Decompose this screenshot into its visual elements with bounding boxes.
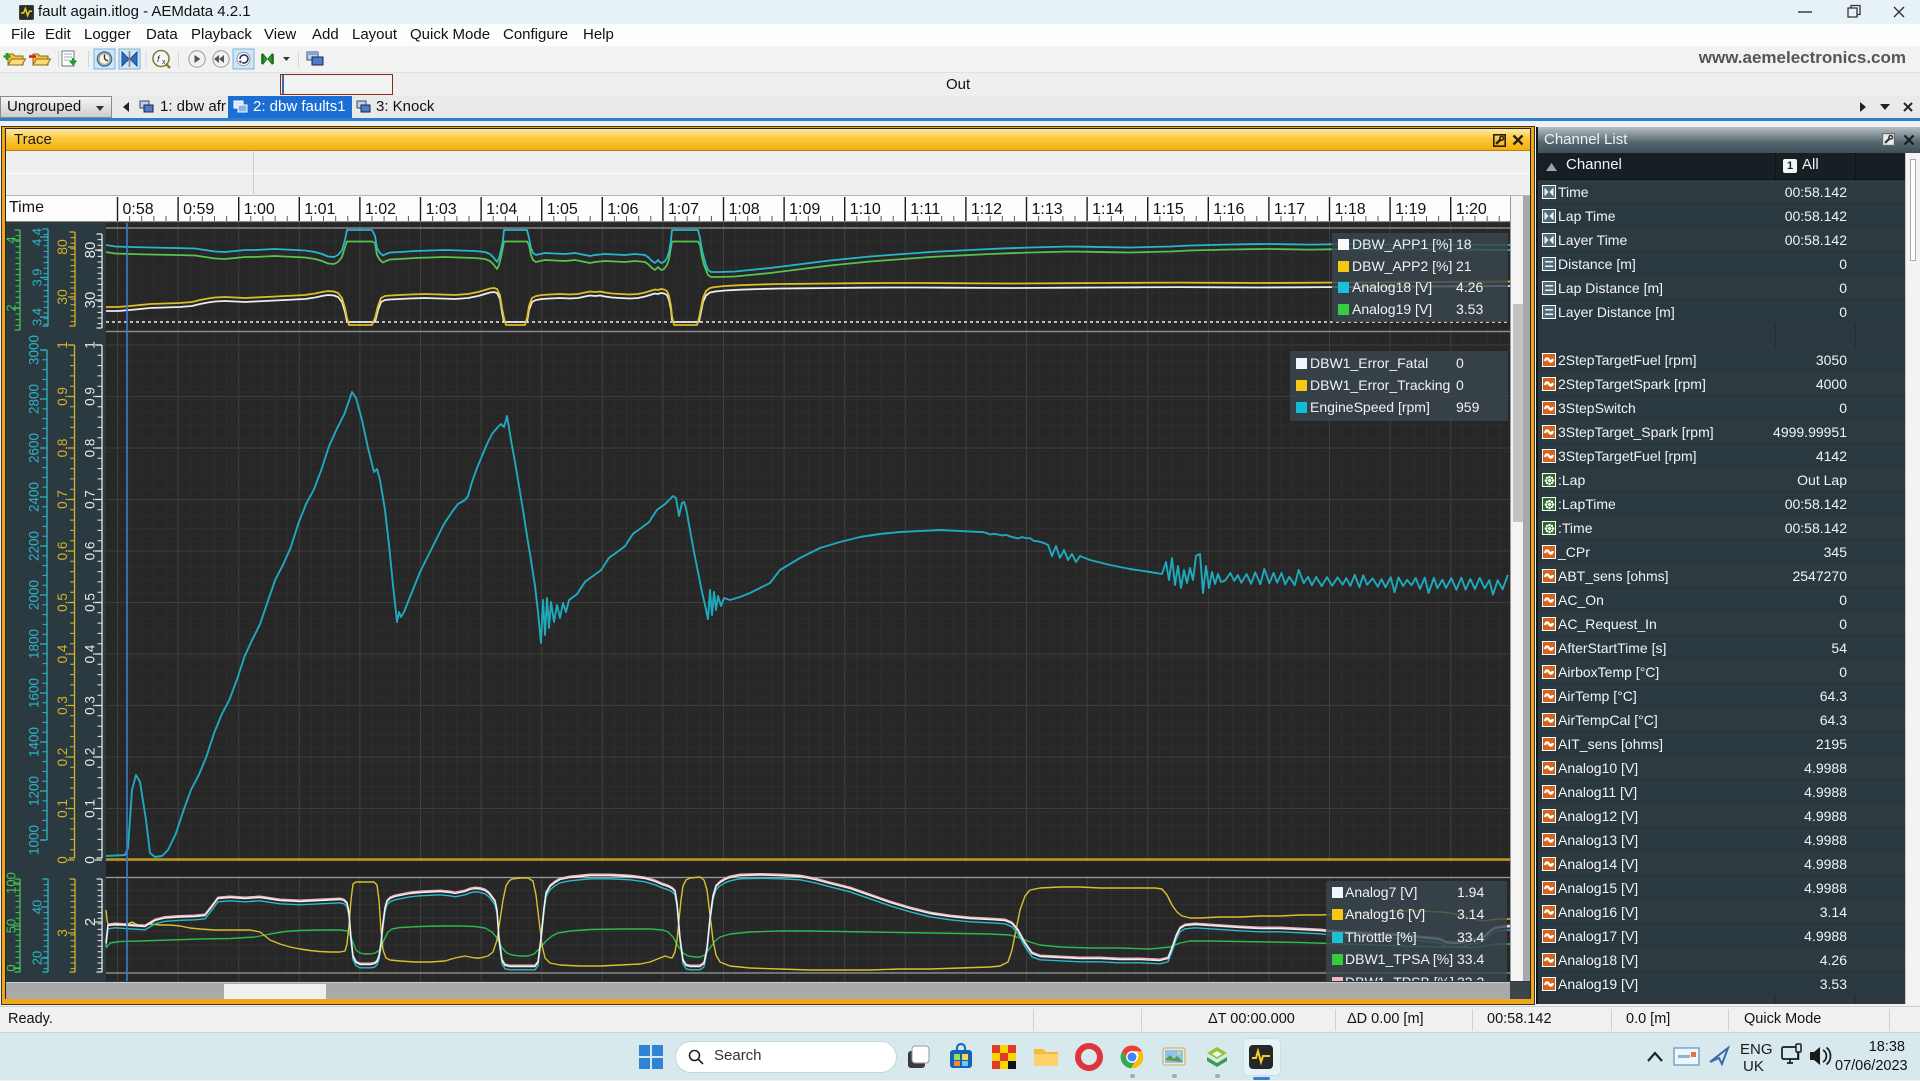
svg-text:1:16: 1:16 bbox=[1213, 201, 1244, 218]
svg-text:1800: 1800 bbox=[27, 629, 42, 659]
svg-text:1:04: 1:04 bbox=[486, 201, 517, 218]
svg-text:UK: UK bbox=[1743, 1058, 1764, 1075]
svg-text:0:59: 0:59 bbox=[183, 201, 214, 218]
svg-text:1:03: 1:03 bbox=[426, 201, 457, 218]
svg-text:1:13: 1:13 bbox=[1032, 201, 1063, 218]
svg-text:1:19: 1:19 bbox=[1395, 201, 1426, 218]
svg-text:1000: 1000 bbox=[27, 825, 42, 855]
svg-text:1:05: 1:05 bbox=[547, 201, 578, 218]
svg-text:2400: 2400 bbox=[27, 482, 42, 512]
svg-text:30: 30 bbox=[54, 289, 70, 305]
svg-text:2800: 2800 bbox=[27, 384, 42, 414]
svg-text:1600: 1600 bbox=[27, 678, 42, 708]
svg-text:1:06: 1:06 bbox=[607, 201, 638, 218]
svg-text:1:07: 1:07 bbox=[668, 201, 699, 218]
svg-text:1:15: 1:15 bbox=[1153, 201, 1184, 218]
svg-text:2600: 2600 bbox=[27, 433, 42, 463]
svg-text:3000: 3000 bbox=[27, 335, 42, 365]
svg-text:1:10: 1:10 bbox=[850, 201, 881, 218]
svg-text:1200: 1200 bbox=[27, 776, 42, 806]
svg-text:3: 3 bbox=[54, 929, 70, 937]
svg-text:1:12: 1:12 bbox=[971, 201, 1002, 218]
svg-text:80: 80 bbox=[54, 239, 70, 255]
svg-text:1:09: 1:09 bbox=[789, 201, 820, 218]
svg-text:1:18: 1:18 bbox=[1335, 201, 1366, 218]
svg-text:1:11: 1:11 bbox=[910, 201, 940, 218]
svg-text:ENG: ENG bbox=[1740, 1041, 1773, 1058]
svg-text:1:17: 1:17 bbox=[1274, 201, 1305, 218]
svg-text:1:08: 1:08 bbox=[729, 201, 760, 218]
svg-text:1400: 1400 bbox=[27, 727, 42, 757]
svg-text:1:01: 1:01 bbox=[304, 201, 335, 218]
svg-text:2000: 2000 bbox=[27, 580, 42, 610]
svg-text:1:02: 1:02 bbox=[365, 201, 396, 218]
svg-text:1:20: 1:20 bbox=[1456, 201, 1487, 218]
svg-text:0:58: 0:58 bbox=[123, 201, 154, 218]
svg-text:2200: 2200 bbox=[27, 531, 42, 561]
svg-text:1:14: 1:14 bbox=[1092, 201, 1123, 218]
svg-text:1:00: 1:00 bbox=[244, 201, 275, 218]
